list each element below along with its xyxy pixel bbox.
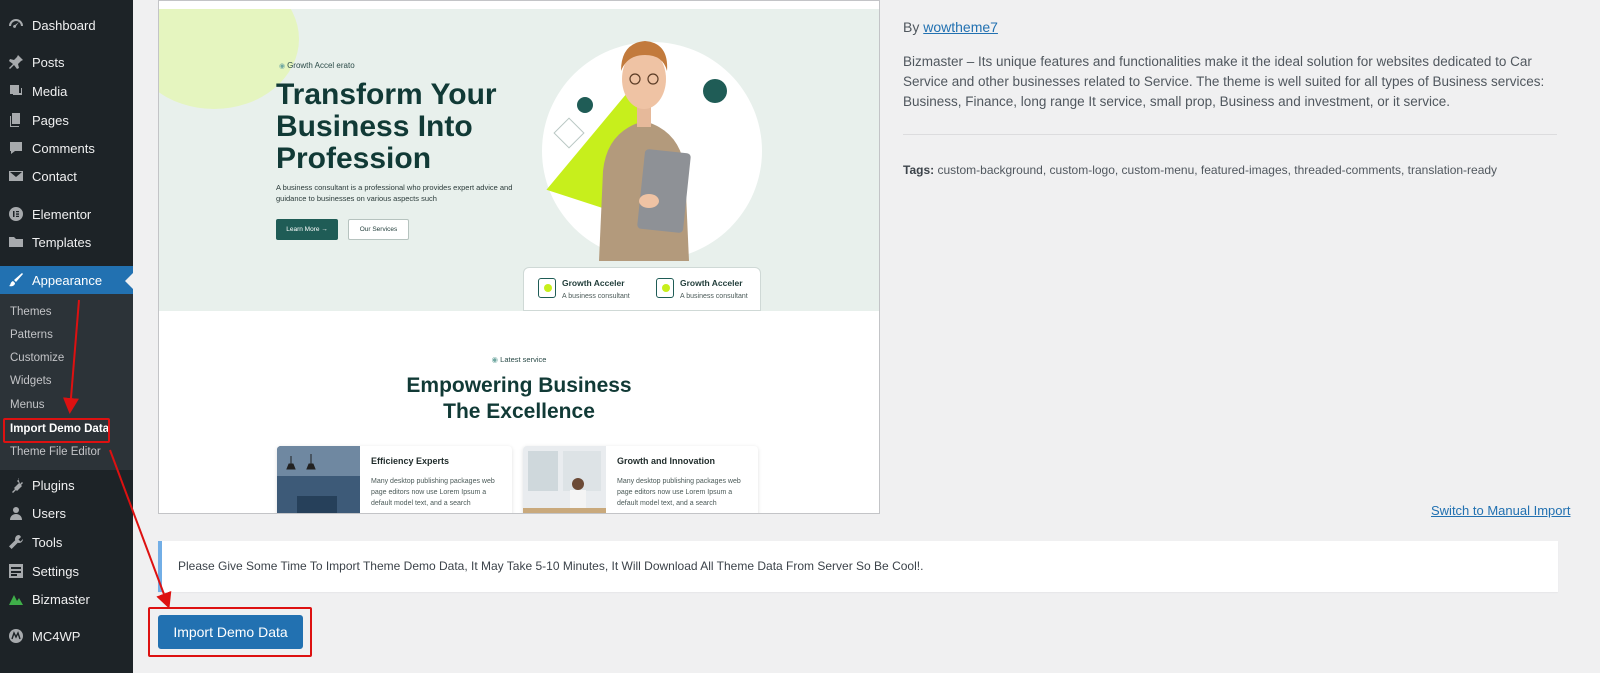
service-card: Efficiency Experts Many desktop publishi…: [277, 446, 512, 513]
sidebar-item-label: Comments: [32, 140, 95, 156]
services-title-line: Empowering Business: [406, 374, 632, 397]
hero-learn-more-button: Learn More →: [276, 219, 338, 240]
folder-icon: [8, 234, 24, 250]
sidebar-item-label: Media: [32, 83, 68, 99]
sidebar-item-dashboard[interactable]: Dashboard: [0, 10, 133, 40]
theme-tags: Tags: custom-background, custom-logo, cu…: [903, 163, 1497, 177]
elementor-icon: [8, 206, 24, 222]
hero-stats: Growth Acceler A business consultant Gro…: [523, 267, 761, 311]
plugin-icon: [8, 477, 24, 493]
stat-title: Growth Acceler: [562, 278, 625, 288]
service-card-image: [277, 446, 360, 513]
sidebar-item-settings[interactable]: Settings: [0, 556, 133, 586]
hero-description: A business consultant is a professional …: [276, 183, 513, 203]
mc4wp-icon: [8, 628, 24, 644]
brush-icon: [8, 272, 24, 288]
media-icon: [8, 83, 24, 99]
sidebar-item-label: Bizmaster: [32, 591, 90, 607]
stat-desc: A business consultant: [680, 293, 748, 300]
theme-author: By wowtheme7: [903, 19, 998, 35]
submenu-themes[interactable]: Themes: [10, 306, 52, 318]
sidebar-item-label: Posts: [32, 54, 65, 70]
service-card-title: Growth and Innovation: [617, 456, 715, 466]
sidebar-item-posts[interactable]: Posts: [0, 47, 133, 77]
sidebar-item-label: Settings: [32, 563, 79, 579]
growth-icon: [656, 278, 674, 298]
hero-person-image: [599, 41, 691, 261]
admin-sidebar: Dashboard Posts Media Pages Comments Con…: [0, 0, 133, 673]
sidebar-item-label: MC4WP: [32, 628, 81, 644]
sidebar-item-media[interactable]: Media: [0, 76, 133, 106]
services-tag: Latest service: [159, 355, 879, 364]
author-by-label: By: [903, 19, 920, 35]
preview-hero: Growth Accel erato Transform Your Busine…: [159, 9, 879, 311]
sidebar-item-appearance[interactable]: Appearance: [0, 266, 133, 294]
sidebar-item-label: Tools: [32, 534, 63, 550]
pin-icon: [8, 54, 24, 70]
sidebar-item-templates[interactable]: Templates: [0, 227, 133, 257]
divider: [903, 134, 1557, 135]
stat-title: Growth Acceler: [680, 278, 743, 288]
sidebar-item-label: Pages: [32, 112, 69, 128]
comment-icon: [8, 140, 24, 156]
highlight-submenu-import: [3, 418, 110, 443]
sidebar-item-bizmaster[interactable]: Bizmaster: [0, 584, 133, 614]
theme-description: Bizmaster – Its unique features and func…: [903, 54, 1545, 109]
author-link[interactable]: wowtheme7: [923, 19, 998, 35]
sidebar-item-label: Dashboard: [32, 17, 96, 33]
sidebar-item-plugins[interactable]: Plugins: [0, 470, 133, 500]
theme-screenshot: Growth Accel erato Transform Your Busine…: [158, 0, 880, 514]
submenu-customize[interactable]: Customize: [10, 352, 64, 364]
switch-manual-import-link[interactable]: Switch to Manual Import: [1431, 503, 1570, 518]
sidebar-item-mc4wp[interactable]: MC4WP: [0, 621, 133, 651]
notice-text: Please Give Some Time To Import Theme De…: [178, 559, 924, 573]
pages-icon: [8, 112, 24, 128]
sidebar-item-elementor[interactable]: Elementor: [0, 199, 133, 229]
service-card-desc: Many desktop publishing packages web pag…: [617, 478, 741, 507]
stat-desc: A business consultant: [562, 293, 630, 300]
import-notice: Please Give Some Time To Import Theme De…: [158, 541, 1558, 592]
bizmaster-icon: [8, 591, 24, 607]
preview-services: Latest service Empowering Business The E…: [159, 311, 879, 513]
sidebar-item-label: Templates: [32, 234, 92, 250]
tags-list: custom-background, custom-logo, custom-m…: [937, 163, 1498, 177]
growth-icon: [538, 278, 556, 298]
appearance-submenu: Themes Patterns Customize Widgets Menus …: [0, 294, 133, 470]
hero-services-button: Our Services: [348, 219, 409, 240]
sidebar-item-label: Contact: [32, 168, 77, 184]
sidebar-item-contact[interactable]: Contact: [0, 161, 133, 191]
mail-icon: [8, 168, 24, 184]
service-card-image: [523, 446, 606, 513]
import-demo-data-button[interactable]: Import Demo Data: [158, 615, 303, 649]
sidebar-item-label: Elementor: [32, 206, 92, 222]
service-card-desc: Many desktop publishing packages web pag…: [371, 478, 495, 507]
submenu-theme-file-editor[interactable]: Theme File Editor: [10, 446, 101, 458]
sidebar-item-users[interactable]: Users: [0, 498, 133, 528]
settings-icon: [8, 563, 24, 579]
sidebar-item-comments[interactable]: Comments: [0, 133, 133, 163]
hero-dot: [703, 79, 727, 103]
sidebar-item-label: Plugins: [32, 477, 75, 493]
hero-headline: Transform Your Business Into Profession: [276, 78, 497, 175]
services-title: Empowering Business The Excellence: [159, 373, 879, 425]
sidebar-item-tools[interactable]: Tools: [0, 527, 133, 557]
submenu-widgets[interactable]: Widgets: [10, 375, 52, 387]
services-title-line: The Excellence: [443, 400, 595, 423]
sidebar-item-label: Appearance: [32, 272, 103, 288]
submenu-menus[interactable]: Menus: [10, 399, 45, 411]
sidebar-item-pages[interactable]: Pages: [0, 105, 133, 135]
sidebar-item-label: Users: [32, 505, 66, 521]
tags-label: Tags:: [903, 163, 935, 177]
submenu-patterns[interactable]: Patterns: [10, 329, 53, 341]
user-icon: [8, 505, 24, 521]
service-card-title: Efficiency Experts: [371, 456, 450, 466]
dashboard-icon: [8, 17, 24, 33]
wrench-icon: [8, 534, 24, 550]
hero-tagline: Growth Accel erato: [279, 61, 355, 70]
service-card: Growth and Innovation Many desktop publi…: [523, 446, 758, 513]
